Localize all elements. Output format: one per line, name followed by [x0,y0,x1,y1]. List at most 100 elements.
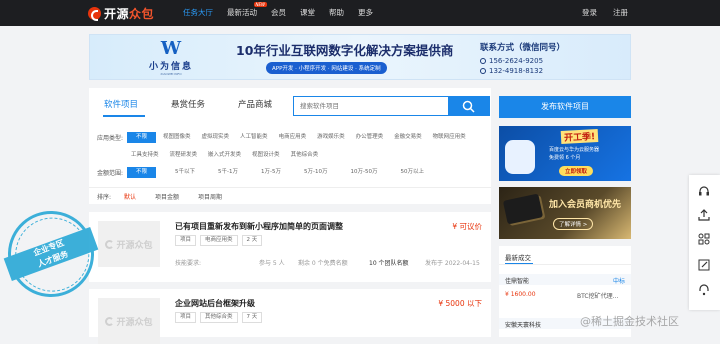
learn-more-button[interactable]: 了解详情 > [553,218,594,230]
edit-icon[interactable] [697,258,711,272]
banner-services: APP开发 · 小程序开发 · 网站建设 · 系统定制 [266,62,387,74]
login-link[interactable]: 登录 [582,0,597,26]
banner-logo: W 小为信息 XIAOWEI INFO [147,38,195,77]
nav-latest-events[interactable]: 最新活动 NEW [220,0,267,26]
nav-task-hall[interactable]: 任务大厅 [176,0,220,26]
filter-option[interactable]: 5万-10万 [300,167,331,178]
sort-duration[interactable]: 项目周期 [198,192,222,201]
ad-title: 加入会员商机优先 [549,200,622,210]
filter-option[interactable]: 5千-1万 [214,167,242,178]
amount-filter: 金额范围: 不限 5千以下 5千-1万 1万-5万 5万-10万 10万-50万… [97,167,487,178]
banner-logo-cn: 小为信息 [148,62,193,72]
filter-option[interactable]: 工具支持类 [127,150,163,161]
nav-membership[interactable]: 会员 [264,0,293,26]
filter-option[interactable]: 物联网应用类 [429,132,470,143]
logo-icon [105,239,115,249]
filter-option[interactable]: 游戏娱乐类 [313,132,349,143]
project-tag: 项目 [175,312,197,323]
logo-icon [105,316,115,326]
tab-bounty-tasks[interactable]: 悬赏任务 [171,98,205,110]
filter-option[interactable]: 其他综合类 [287,150,323,161]
filter-option[interactable]: 5千以下 [171,167,199,178]
grid-icon[interactable] [697,232,711,246]
filter-option[interactable]: 流程研发类 [166,150,202,161]
phone-icon [480,58,486,64]
ad-line-2: 免费领 6 个月 [549,155,581,161]
skill-label: 技能要求: [175,260,202,267]
project-tag: 7 天 [241,312,263,323]
publish-project-button[interactable]: 发布软件项目 [499,96,631,118]
filter-option[interactable]: 10万-50万 [346,167,381,178]
project-tabs: 软件项目 悬赏任务 产品商城 [89,88,491,120]
project-tags: 项目 其他综合类 7 天 [175,312,263,323]
ad-banner[interactable]: W 小为信息 XIAOWEI INFO 10年行业互联网数字化解决方案提供商 A… [89,34,631,80]
filter-option[interactable]: 嵌入式开发类 [204,150,245,161]
search-input[interactable] [294,97,448,115]
logo-icon [88,7,101,21]
project-tag: 项目 [175,235,197,246]
cloud-server-ad[interactable]: 开工季! 百度云与华为云服务器 免费领 6 个月 立即领取 [499,126,631,181]
sort-default[interactable]: 默认 [124,192,136,201]
sort-bar: 排序: 默认 项目金额 项目周期 [89,187,491,204]
filter-option[interactable]: 虚拟现实类 [198,132,234,143]
filter-option[interactable]: 电商应用类 [275,132,311,143]
deal-company: 佳鼎智能 [505,278,530,285]
search-icon [462,100,475,113]
banner-logo-en: XIAOWEI INFO [160,72,182,76]
deal-desc: BTC挖矿代理... [577,293,619,300]
project-title[interactable]: 企业网站后台框架升级 [175,298,255,309]
filter-panel: 软件项目 悬赏任务 产品商城 应用类型: 不限 视图图像类 虚拟现实类 人工智能… [89,88,491,192]
banner-logo-mark: W [160,38,182,59]
share-icon[interactable] [697,208,711,222]
support-icon[interactable] [697,283,711,297]
search-button[interactable] [448,97,489,115]
active-tab-indicator [103,115,145,117]
tab-software-projects[interactable]: 软件项目 [104,98,138,110]
project-title[interactable]: 已有项目重新发布到新小程序加简单的页面调整 [175,221,343,232]
deals-title: 最新成交 [505,254,531,262]
headset-icon[interactable] [697,184,711,198]
project-thumbnail: 开源众包 [98,298,160,344]
stamp-band: 企业专区 人才服务 [3,226,99,282]
nav-more[interactable]: 更多 [351,0,380,26]
robot-illustration [505,140,535,174]
filter-option[interactable]: 50万以上 [396,167,428,178]
publish-date: 发布于 2022-04-15 [425,260,480,267]
project-tag: 其他综合类 [200,312,238,323]
project-card[interactable]: 开源众包 已有项目重新发布到新小程序加简单的页面调整 ¥ 可议价 项目 电商应用… [89,212,491,282]
deal-company: 安徽天寰科技 [505,322,542,329]
project-price: ¥ 可议价 [452,222,482,231]
membership-ad[interactable]: 加入会员商机优先 了解详情 > [499,187,631,239]
tab-product-mall[interactable]: 产品商城 [238,98,272,110]
sort-label: 排序: [97,194,112,201]
phone-1: 156-2624-9205 [489,57,544,65]
filter-option[interactable]: 金融交易类 [390,132,426,143]
filter-option[interactable]: 视图设计类 [248,150,284,161]
member-card-illustration [502,193,544,225]
team-slots: 10 个团队名额 [369,260,409,267]
logo-text-main: 开源 [104,7,130,21]
filter-option[interactable]: 视图图像类 [159,132,195,143]
watermark: @稀土掘金技术社区 [580,315,679,328]
filter-option[interactable]: 1万-5万 [257,167,285,178]
filter-option[interactable]: 办公管理类 [352,132,388,143]
sort-amount[interactable]: 项目金额 [155,192,179,201]
participants: 参与 5 人 [259,260,285,267]
banner-title: 10年行业互联网数字化解决方案提供商 [236,43,454,58]
filter-option[interactable]: 不限 [127,132,157,143]
nav-help[interactable]: 帮助 [322,0,351,26]
filter-option[interactable]: 不限 [127,167,157,178]
project-price: ¥ 5000 以下 [438,299,482,308]
project-card[interactable]: 开源众包 企业网站后台框架升级 ¥ 5000 以下 项目 其他综合类 7 天 [89,289,491,344]
filter-option[interactable]: 人工智能类 [236,132,272,143]
project-tag: 2 天 [241,235,263,246]
nav-latest-events-label: 最新活动 [227,8,257,17]
register-link[interactable]: 注册 [613,0,628,26]
ad-title: 开工季! [560,129,599,144]
nav-classroom[interactable]: 课堂 [293,0,322,26]
ad-claim-button[interactable]: 立即领取 [559,166,594,176]
project-thumbnail: 开源众包 [98,221,160,267]
filter-label: 应用类型: [97,135,124,142]
search-box [293,96,490,116]
logo[interactable]: 开源众包 [88,5,154,22]
